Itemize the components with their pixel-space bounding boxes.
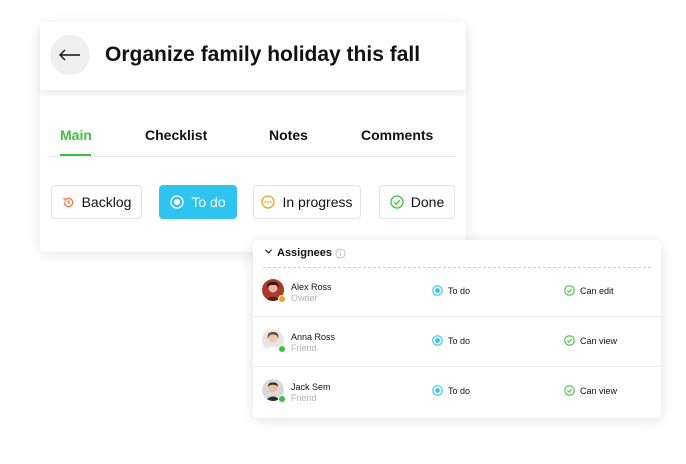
status-label: Backlog <box>81 194 132 210</box>
task-title: Organize family holiday this fall <box>105 43 421 66</box>
todo-icon <box>432 285 443 296</box>
assignee-permission[interactable]: Can view <box>564 335 617 346</box>
todo-icon <box>170 195 185 209</box>
todo-icon <box>432 335 443 346</box>
assignee-permission-label: Can view <box>580 335 618 346</box>
assignees-title: Assignees <box>277 247 333 259</box>
assignee-permission[interactable]: Can edit <box>564 285 614 296</box>
assignee-role: Owner <box>291 293 318 303</box>
arrow-left-icon <box>59 49 80 61</box>
in-progress-icon <box>261 195 276 209</box>
assignee-role: Friend <box>291 393 317 403</box>
assignee-status-label: To do <box>448 335 471 346</box>
status-todo-button[interactable]: To do <box>159 185 237 219</box>
assignees-panel: Assignees Alex Ross Owner To do Can edit… <box>253 240 661 418</box>
assignee-status-label: To do <box>448 385 471 396</box>
check-circle-icon <box>564 335 575 346</box>
assignee-row[interactable]: Anna Ross Friend To do Can view <box>253 317 661 367</box>
presence-indicator <box>278 295 286 303</box>
tab-notes[interactable]: Notes <box>269 127 308 143</box>
done-icon <box>390 195 404 209</box>
tab-main[interactable]: Main <box>60 127 92 143</box>
assignee-permission-label: Can view <box>580 385 618 396</box>
info-icon[interactable] <box>335 248 346 259</box>
assignee-row[interactable]: Alex Ross Owner To do Can edit <box>253 267 661 317</box>
assignee-status-label: To do <box>448 285 471 296</box>
assignee-status[interactable]: To do <box>432 285 470 296</box>
assignee-role: Friend <box>291 343 317 353</box>
status-label: In progress <box>282 194 353 210</box>
tab-bar: Main Checklist Notes Comments <box>50 122 456 157</box>
status-label: To do <box>191 194 226 210</box>
status-done-button[interactable]: Done <box>379 185 455 219</box>
back-button[interactable] <box>50 35 90 75</box>
tab-checklist[interactable]: Checklist <box>145 127 207 143</box>
status-label: Done <box>410 194 445 210</box>
assignee-status[interactable]: To do <box>432 385 470 396</box>
task-card: Organize family holiday this fall Main C… <box>40 22 466 252</box>
presence-indicator <box>278 395 286 403</box>
assignee-row[interactable]: Jack Sem Friend To do Can view <box>253 367 661 416</box>
assignee-permission-label: Can edit <box>580 285 614 296</box>
status-backlog-button[interactable]: Backlog <box>51 185 142 219</box>
assignee-name: Anna Ross <box>291 332 336 342</box>
status-in-progress-button[interactable]: In progress <box>253 185 361 219</box>
assignees-header[interactable]: Assignees <box>263 240 651 268</box>
task-header: Organize family holiday this fall <box>40 22 466 90</box>
check-circle-icon <box>564 385 575 396</box>
active-tab-indicator <box>60 154 91 156</box>
todo-icon <box>432 385 443 396</box>
chevron-down-icon[interactable] <box>265 249 272 254</box>
assignee-name: Alex Ross <box>291 282 332 292</box>
backlog-icon <box>62 197 73 207</box>
assignee-permission[interactable]: Can view <box>564 385 617 396</box>
tab-comments[interactable]: Comments <box>361 127 433 143</box>
presence-indicator <box>278 345 286 353</box>
check-circle-icon <box>564 285 575 296</box>
assignee-status[interactable]: To do <box>432 335 470 346</box>
assignee-name: Jack Sem <box>291 382 331 392</box>
